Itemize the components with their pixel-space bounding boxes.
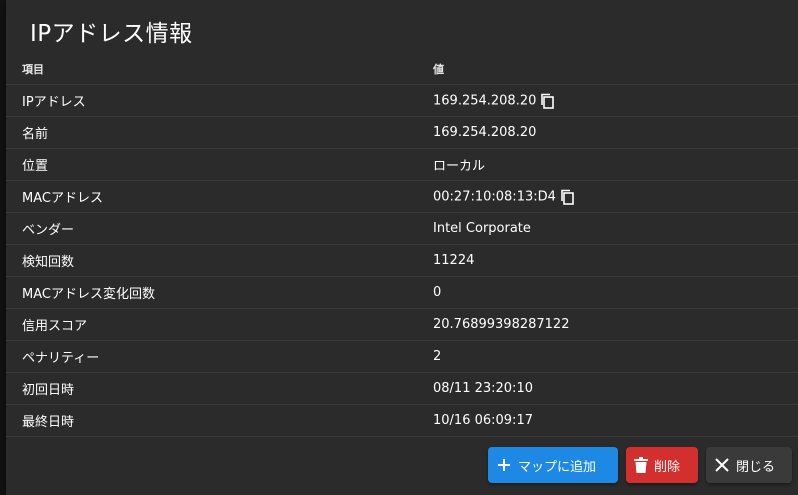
table-row: 位置 ローカル: [6, 148, 798, 181]
table-row: MACアドレス変化回数 0: [6, 276, 798, 309]
table-row: 名前 169.254.208.20: [6, 116, 798, 149]
row-value-cell: 08/11 23:20:10: [433, 372, 798, 405]
row-value-cell: 169.254.208.20: [433, 84, 798, 117]
row-label: 最終日時: [6, 404, 433, 437]
table-row: 検知回数 11224: [6, 244, 798, 277]
row-label: MACアドレス変化回数: [6, 276, 433, 309]
ip-info-dialog: IPアドレス情報 項目 値 IPアドレス 169.254.208.20 名前 169.…: [6, 0, 798, 495]
row-value: ローカル: [433, 159, 486, 174]
table-row: ペナリティー 2: [6, 340, 798, 373]
table-row: IPアドレス 169.254.208.20: [6, 84, 798, 117]
row-value: Intel Corporate: [433, 221, 531, 236]
row-value-cell: 00:27:10:08:13:D4: [433, 180, 798, 213]
column-header-key: 項目: [6, 54, 433, 85]
table-row: ベンダー Intel Corporate: [6, 212, 798, 245]
table-header-row: 項目 値: [6, 54, 798, 85]
row-value: 11224: [433, 253, 475, 268]
row-value-cell: 169.254.208.20: [433, 116, 798, 149]
row-label: 検知回数: [6, 244, 433, 277]
table-row: 最終日時 10/16 06:09:17: [6, 404, 798, 437]
row-value-cell: ローカル: [433, 148, 798, 181]
row-value-cell: Intel Corporate: [433, 212, 798, 245]
close-button[interactable]: 閉じる: [706, 447, 792, 483]
row-value-cell: 11224: [433, 244, 798, 277]
table-row: MACアドレス 00:27:10:08:13:D4: [6, 180, 798, 213]
row-label: 初回日時: [6, 372, 433, 405]
plus-icon: [498, 459, 510, 471]
row-value: 169.254.208.20: [433, 93, 537, 108]
row-value: 20.76899398287122: [433, 317, 570, 332]
delete-button[interactable]: 削除: [626, 447, 698, 483]
column-header-value: 値: [433, 54, 798, 85]
table-row: 初回日時 08/11 23:20:10: [6, 372, 798, 405]
row-value: 169.254.208.20: [433, 125, 537, 140]
close-icon: [715, 458, 729, 472]
add-to-map-label: マップに追加: [518, 459, 597, 475]
row-label: MACアドレス: [6, 180, 433, 213]
row-label: 名前: [6, 116, 433, 149]
close-label: 閉じる: [736, 459, 776, 475]
dialog-title: IPアドレス情報: [30, 21, 193, 47]
dialog-actions: マップに追加 削除 閉じる: [488, 447, 792, 483]
row-value: 10/16 06:09:17: [433, 413, 533, 428]
row-value-cell: 0: [433, 276, 798, 309]
add-to-map-button[interactable]: マップに追加: [488, 447, 618, 483]
delete-label: 削除: [654, 459, 681, 475]
row-value-cell: 10/16 06:09:17: [433, 404, 798, 437]
row-value: 00:27:10:08:13:D4: [433, 189, 556, 204]
row-value: 08/11 23:20:10: [433, 381, 533, 396]
copy-icon[interactable]: [540, 93, 555, 109]
row-label: ペナリティー: [6, 340, 433, 373]
trash-icon: [634, 457, 648, 473]
row-label: ベンダー: [6, 212, 433, 245]
row-label: 位置: [6, 148, 433, 181]
table-body: IPアドレス 169.254.208.20 名前 169.254.208.20 位置 ロー…: [6, 84, 798, 437]
row-value: 2: [433, 349, 442, 364]
row-value: 0: [433, 285, 442, 300]
copy-icon[interactable]: [560, 189, 574, 205]
row-value-cell: 20.76899398287122: [433, 308, 798, 341]
info-table: 項目 値 IPアドレス 169.254.208.20 名前 169.254.208.2…: [6, 54, 798, 437]
row-label: IPアドレス: [6, 84, 433, 117]
table-row: 信用スコア 20.76899398287122: [6, 308, 798, 341]
row-label: 信用スコア: [6, 308, 433, 341]
row-value-cell: 2: [433, 340, 798, 373]
